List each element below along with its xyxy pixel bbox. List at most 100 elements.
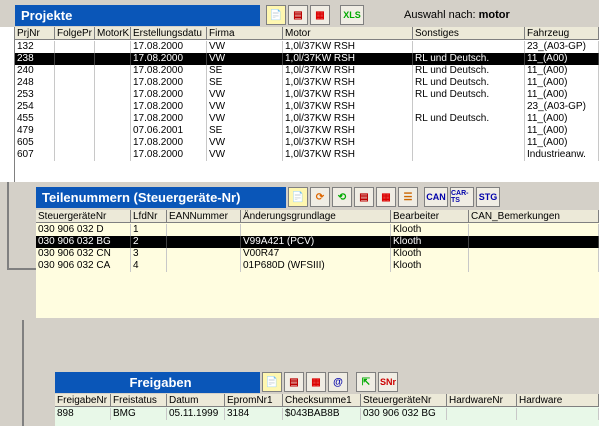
table-cell: 3184 — [225, 408, 283, 420]
column-header[interactable]: Sonstiges — [413, 27, 525, 39]
column-header[interactable]: Freistatus — [111, 394, 167, 406]
column-header[interactable]: Hardware — [517, 394, 599, 406]
teilenummern-toolbar: Teilenummern (Steuergeräte-Nr) 📄 ⟳ ⟲ ▤ ▦… — [36, 184, 599, 210]
fg-at-button[interactable]: @ — [328, 372, 348, 392]
table-cell — [55, 65, 95, 77]
tn-edit-button[interactable]: ▤ — [354, 187, 374, 207]
column-header[interactable]: Checksumme1 — [283, 394, 361, 406]
tn-new-button[interactable]: 📄 — [288, 187, 308, 207]
table-cell — [55, 77, 95, 89]
tn-refresh-button[interactable]: ⟳ — [310, 187, 330, 207]
table-cell: BMG — [111, 408, 167, 420]
table-row[interactable]: 898 BMG 05.11.1999 3184 $043BAB8B 030 906 032… — [55, 408, 599, 420]
table-cell: Klooth — [391, 224, 469, 236]
edit-button[interactable]: ▤ — [288, 5, 308, 25]
table-cell: 17.08.2000 — [131, 137, 207, 149]
tree-connector-2 — [22, 320, 24, 426]
table-cell: 4 — [131, 260, 167, 272]
list-icon: ☰ — [403, 191, 413, 203]
column-header[interactable]: FreigabeNr — [55, 394, 111, 406]
fg-delete-button[interactable]: ▦ — [306, 372, 326, 392]
tn-list-button[interactable]: ☰ — [398, 187, 418, 207]
table-cell: 248 — [15, 77, 55, 89]
tn-copy-button[interactable]: ⟲ — [332, 187, 352, 207]
table-row[interactable]: 030 906 032 CN 3 V00R47 Klooth — [36, 248, 599, 260]
filter-value: motor — [478, 9, 510, 21]
table-cell: SE — [207, 65, 283, 77]
table-cell: Klooth — [391, 248, 469, 260]
column-header[interactable]: Fahrzeug — [525, 27, 599, 39]
column-header[interactable]: EANNummer — [167, 210, 241, 222]
table-cell — [167, 260, 241, 272]
table-cell: 1 — [131, 224, 167, 236]
table-cell — [55, 89, 95, 101]
table-cell: V00R47 — [241, 248, 391, 260]
delete-icon: ▦ — [311, 376, 321, 388]
table-row[interactable]: 248 17.08.2000 SE 1,0l/37KW RSH RL und Deuts… — [15, 77, 599, 89]
table-row[interactable]: 253 17.08.2000 VW 1,0l/37KW RSH RL und Deuts… — [15, 89, 599, 101]
table-row[interactable]: 607 17.08.2000 VW 1,0l/37KW RSH Industrieanw… — [15, 149, 599, 161]
table-cell: 1,0l/37KW RSH — [283, 77, 413, 89]
column-header[interactable]: EpromNr1 — [225, 394, 283, 406]
fg-import-button[interactable]: ⇱ — [356, 372, 376, 392]
table-row[interactable]: 479 07.06.2001 SE 1,0l/37KW RSH 11_(A00) — [15, 125, 599, 137]
cars-button[interactable]: CAR-TS — [450, 187, 474, 207]
new-button[interactable]: 📄 — [266, 5, 286, 25]
can-button[interactable]: CAN — [424, 187, 448, 207]
table-cell: 1,0l/37KW RSH — [283, 149, 413, 161]
table-cell — [55, 125, 95, 137]
table-row[interactable]: 240 17.08.2000 SE 1,0l/37KW RSH RL und Deuts… — [15, 65, 599, 77]
table-row[interactable]: 030 906 032 BG 2 V99A421 (PCV) Klooth — [36, 236, 599, 248]
table-cell: 1,0l/37KW RSH — [283, 41, 413, 53]
table-cell: 17.08.2000 — [131, 101, 207, 113]
column-header[interactable]: LfdNr — [131, 210, 167, 222]
snr-button[interactable]: SNr — [378, 372, 398, 392]
fg-new-button[interactable]: 📄 — [262, 372, 282, 392]
delete-button[interactable]: ▦ — [310, 5, 330, 25]
table-row[interactable]: 254 17.08.2000 VW 1,0l/37KW RSH 23_(A03-GP) — [15, 101, 599, 113]
stg-button[interactable]: STG — [476, 187, 500, 207]
column-header[interactable]: PrjNr — [15, 27, 55, 39]
table-row[interactable]: 030 906 032 CA 4 01P680D (WFSIII) Klooth — [36, 260, 599, 272]
table-row[interactable]: 030 906 032 D 1 Klooth — [36, 224, 599, 236]
column-header[interactable]: Bearbeiter — [391, 210, 469, 222]
table-cell — [95, 89, 131, 101]
table-cell: 605 — [15, 137, 55, 149]
table-cell: 1,0l/37KW RSH — [283, 137, 413, 149]
table-row[interactable]: 605 17.08.2000 VW 1,0l/37KW RSH 11_(A00) — [15, 137, 599, 149]
projekte-grid: PrjNr FolgePr MotorK Erstellungsdatu Firma Mo… — [15, 27, 599, 182]
refresh-icon: ⟳ — [315, 191, 325, 203]
column-header[interactable]: CAN_Bemerkungen — [469, 210, 599, 222]
table-cell: Industrieanw. — [525, 149, 599, 161]
table-cell — [95, 53, 131, 65]
column-header[interactable]: SteuergeräteNr — [36, 210, 131, 222]
column-header[interactable]: HardwareNr — [447, 394, 517, 406]
table-cell — [413, 101, 525, 113]
fg-edit-button[interactable]: ▤ — [284, 372, 304, 392]
column-header[interactable]: SteuergeräteNr — [361, 394, 447, 406]
table-cell: 01P680D (WFSIII) — [241, 260, 391, 272]
column-header[interactable]: MotorK — [95, 27, 131, 39]
table-cell: 455 — [15, 113, 55, 125]
column-header[interactable]: Änderungsgrundlage — [241, 210, 391, 222]
column-header[interactable]: Firma — [207, 27, 283, 39]
table-cell: 030 906 032 D — [36, 224, 131, 236]
table-row[interactable]: 132 17.08.2000 VW 1,0l/37KW RSH 23_(A03-GP) — [15, 41, 599, 53]
table-cell — [95, 137, 131, 149]
table-cell: 17.08.2000 — [131, 89, 207, 101]
xls-button[interactable]: XLS — [340, 5, 364, 25]
tn-delete-button[interactable]: ▦ — [376, 187, 396, 207]
table-cell: RL und Deutsch. — [413, 77, 525, 89]
cars-icon: CAR-TS — [451, 190, 469, 204]
table-row[interactable]: 455 17.08.2000 VW 1,0l/37KW RSH RL und Deuts… — [15, 113, 599, 125]
table-row[interactable]: 238 17.08.2000 VW 1,0l/37KW RSH RL und Deuts… — [15, 53, 599, 65]
table-cell — [95, 77, 131, 89]
column-header[interactable]: Motor — [283, 27, 413, 39]
table-cell: 1,0l/37KW RSH — [283, 89, 413, 101]
table-cell: 479 — [15, 125, 55, 137]
column-header[interactable]: FolgePr — [55, 27, 95, 39]
at-icon: @ — [333, 376, 343, 388]
column-header[interactable]: Erstellungsdatu — [131, 27, 207, 39]
new-icon: 📄 — [291, 191, 305, 203]
column-header[interactable]: Datum — [167, 394, 225, 406]
